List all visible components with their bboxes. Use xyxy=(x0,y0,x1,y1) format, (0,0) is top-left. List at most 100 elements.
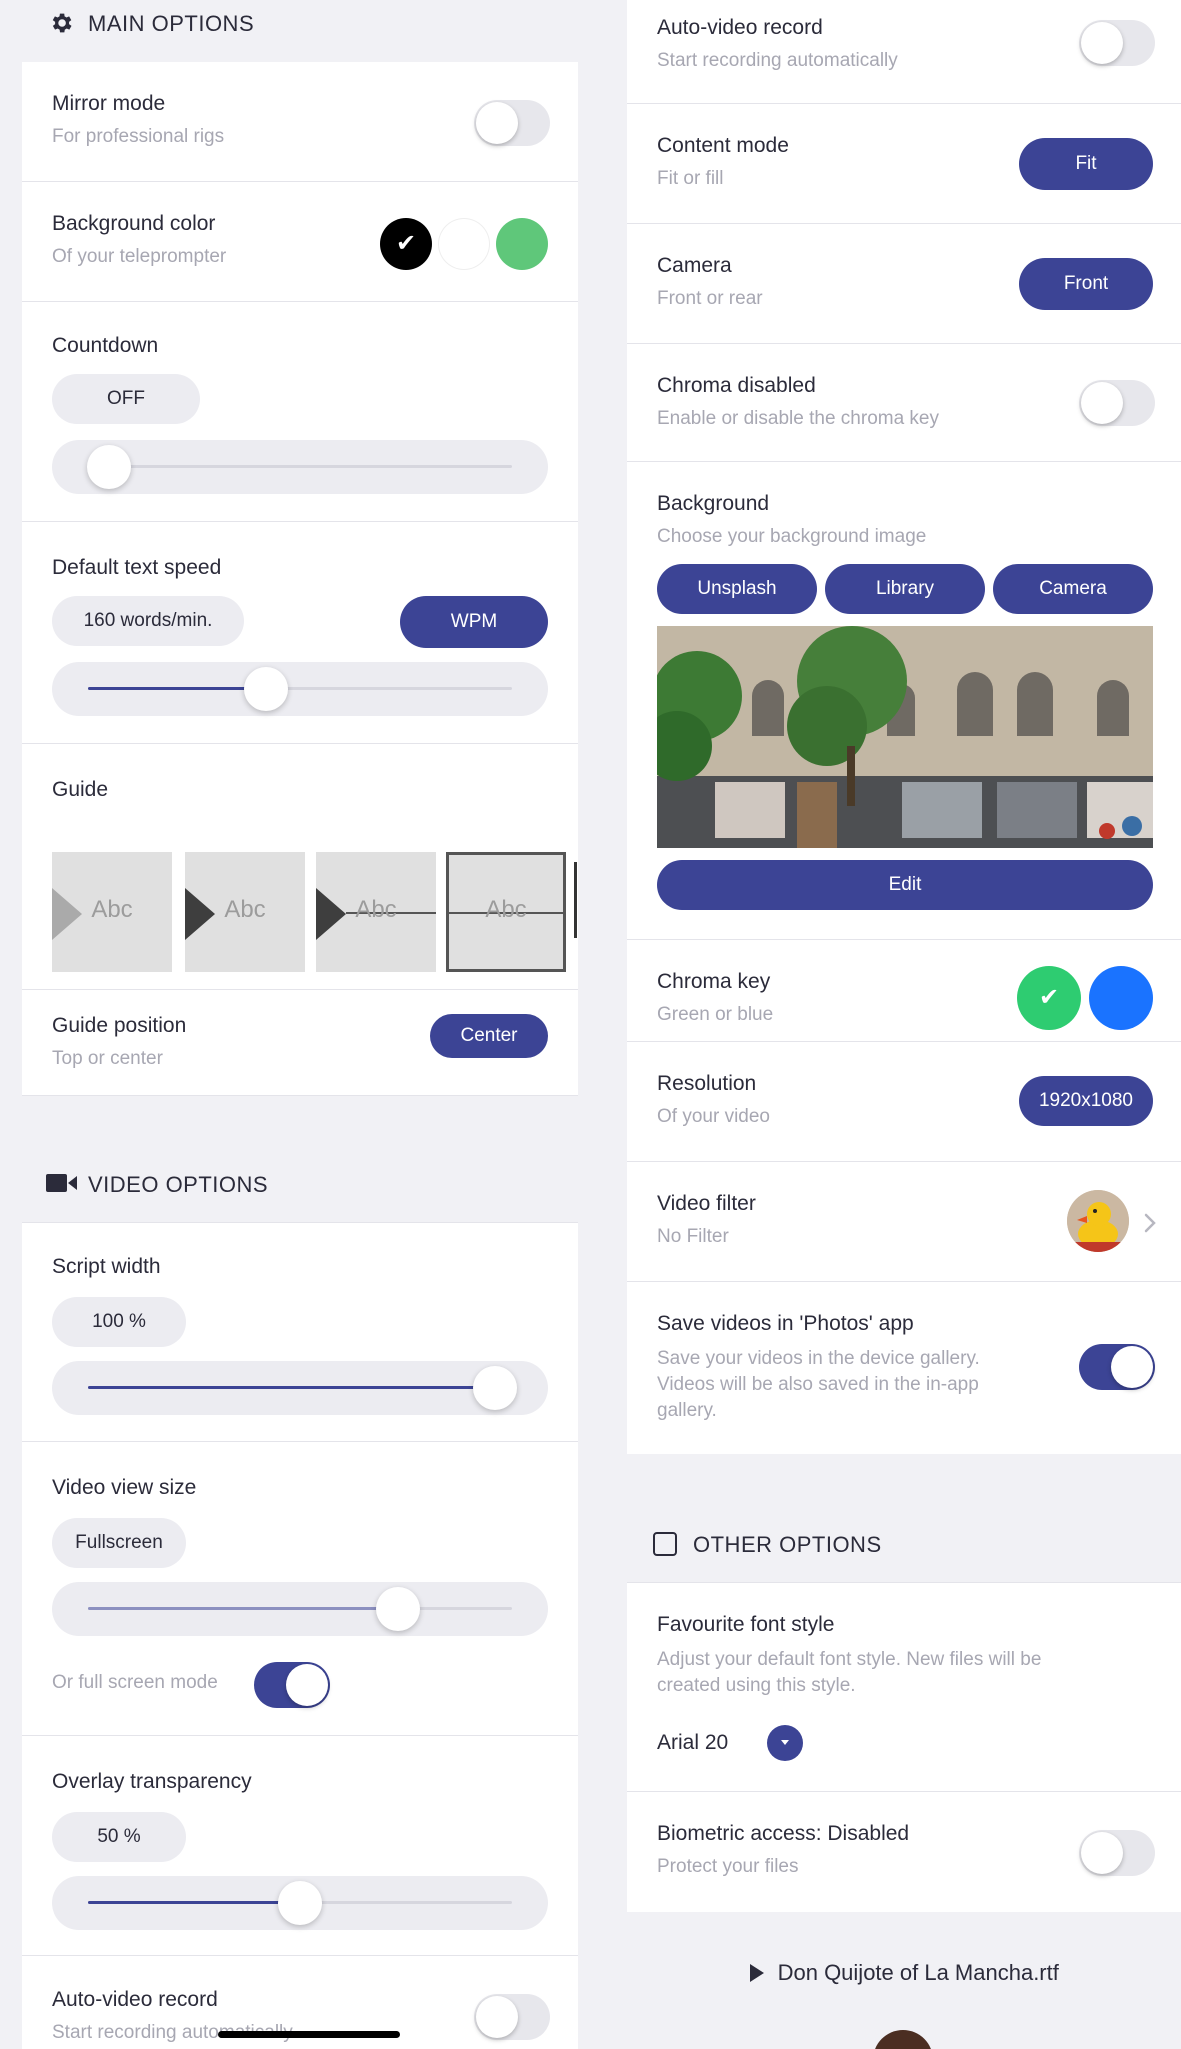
auto-video-record-subtitle: Start recording automatically xyxy=(657,50,898,71)
content-mode-title: Content mode xyxy=(657,134,789,157)
chevron-right-icon[interactable] xyxy=(1143,1212,1157,1234)
toggle-knob xyxy=(1081,22,1123,64)
background-color-subtitle: Of your teleprompter xyxy=(52,246,227,267)
guide-option-line-selected[interactable]: Abc xyxy=(446,852,566,972)
guide-sample: Abc xyxy=(91,896,133,923)
content-mode-button[interactable]: Fit xyxy=(1019,138,1153,190)
video-filter-title: Video filter xyxy=(657,1192,756,1215)
guide-sample: Abc xyxy=(485,896,527,923)
video-options-title: VIDEO OPTIONS xyxy=(88,1172,269,1197)
countdown-title: Countdown xyxy=(52,334,159,357)
mirror-mode-toggle[interactable] xyxy=(474,100,550,146)
check-icon: ✔ xyxy=(395,230,417,257)
text-speed-slider[interactable] xyxy=(52,662,548,716)
resolution-subtitle: Of your video xyxy=(657,1106,770,1127)
save-photos-title: Save videos in 'Photos' app xyxy=(657,1312,914,1335)
building-illustration xyxy=(657,626,1153,848)
background-color-row: Background color Of your teleprompter ✔ xyxy=(22,182,578,302)
guide-position-button[interactable]: Center xyxy=(430,1014,548,1058)
overlay-transparency-slider[interactable] xyxy=(52,1876,548,1930)
current-file[interactable]: Don Quijote of La Mancha.rtf xyxy=(627,1960,1181,2000)
guide-sample: Abc xyxy=(224,896,266,923)
avatar[interactable] xyxy=(873,2030,933,2049)
left-column: MAIN OPTIONS Mirror mode For professiona… xyxy=(22,0,578,2049)
overlay-transparency-title: Overlay transparency xyxy=(52,1770,252,1793)
toggle-knob xyxy=(476,1996,518,2038)
slider-thumb[interactable] xyxy=(278,1881,322,1925)
color-swatch-black[interactable]: ✔ xyxy=(380,218,432,270)
script-width-title: Script width xyxy=(52,1255,161,1278)
mirror-mode-title: Mirror mode xyxy=(52,92,166,115)
guide-option-partial[interactable] xyxy=(574,862,577,938)
overlay-transparency-value: 50 % xyxy=(52,1812,186,1862)
checkbox-icon[interactable] xyxy=(653,1532,677,1556)
guide-option-arrow-line[interactable]: Abc xyxy=(316,852,436,972)
auto-video-record-toggle-left[interactable] xyxy=(474,1994,550,2040)
countdown-slider[interactable] xyxy=(52,440,548,494)
chroma-key-title: Chroma key xyxy=(657,970,771,993)
font-style-title: Favourite font style xyxy=(657,1613,835,1636)
wpm-button[interactable]: WPM xyxy=(400,596,548,648)
chroma-disabled-title: Chroma disabled xyxy=(657,374,816,397)
main-options-title: MAIN OPTIONS xyxy=(88,11,255,36)
video-view-size-title: Video view size xyxy=(52,1476,197,1499)
toggle-knob xyxy=(286,1664,328,1706)
video-view-size-slider[interactable] xyxy=(52,1582,548,1636)
save-photos-subtitle-1: Save your videos in the device gallery. xyxy=(657,1348,980,1369)
video-view-size-row: Video view size Fullscreen Or full scree… xyxy=(22,1442,578,1736)
color-swatch-green[interactable] xyxy=(496,218,548,270)
slider-thumb[interactable] xyxy=(375,1587,420,1631)
camera-subtitle: Front or rear xyxy=(657,288,763,309)
font-style-value[interactable]: Arial 20 xyxy=(657,1731,728,1755)
background-color-title: Background color xyxy=(52,212,216,235)
video-view-size-value-text: Fullscreen xyxy=(75,1532,163,1553)
guide-option-dark-arrow[interactable]: Abc xyxy=(185,852,305,972)
video-filter-row[interactable]: Video filter No Filter xyxy=(627,1162,1181,1282)
font-style-subtitle-1: Adjust your default font style. New file… xyxy=(657,1649,1042,1670)
chevron-down-icon[interactable] xyxy=(767,1725,803,1761)
toggle-knob xyxy=(1111,1346,1153,1388)
auto-video-record-title: Auto-video record xyxy=(657,16,823,39)
library-button[interactable]: Library xyxy=(825,564,985,614)
edit-background-button[interactable]: Edit xyxy=(657,860,1153,910)
guide-position-subtitle: Top or center xyxy=(52,1048,163,1069)
guide-option-light-arrow[interactable]: Abc xyxy=(52,852,172,972)
right-column: Auto-video record Start recording automa… xyxy=(627,0,1181,2049)
resolution-button[interactable]: 1920x1080 xyxy=(1019,1076,1153,1126)
video-view-size-value: Fullscreen xyxy=(52,1518,186,1568)
home-indicator[interactable] xyxy=(218,2031,400,2038)
save-photos-toggle[interactable] xyxy=(1079,1344,1155,1390)
color-swatch-white[interactable] xyxy=(438,218,490,270)
background-row: Background Choose your background image … xyxy=(627,462,1181,940)
countdown-value-text: OFF xyxy=(107,388,145,409)
slider-thumb[interactable] xyxy=(244,667,289,711)
toggle-knob xyxy=(1081,382,1123,424)
chroma-disabled-toggle[interactable] xyxy=(1079,380,1155,426)
text-speed-row: Default text speed 160 words/min. WPM xyxy=(22,522,578,744)
guide-position-title: Guide position xyxy=(52,1014,187,1037)
camera-source-button[interactable]: Camera xyxy=(993,564,1153,614)
current-file-name: Don Quijote of La Mancha.rtf xyxy=(777,1960,1059,1985)
guide-sample: Abc xyxy=(355,896,397,923)
slider-track xyxy=(87,445,512,489)
slider-thumb[interactable] xyxy=(473,1366,518,1410)
fullscreen-mode-toggle[interactable] xyxy=(254,1662,330,1708)
slider-thumb[interactable] xyxy=(87,445,132,489)
camera-row: Camera Front or rear Front xyxy=(627,224,1181,344)
auto-video-record-toggle[interactable] xyxy=(1079,20,1155,66)
content-mode-row: Content mode Fit or fill Fit xyxy=(627,104,1181,224)
script-width-slider[interactable] xyxy=(52,1361,548,1415)
chroma-swatch-blue[interactable] xyxy=(1089,966,1153,1030)
other-options-title: OTHER OPTIONS xyxy=(693,1532,882,1557)
unsplash-button[interactable]: Unsplash xyxy=(657,564,817,614)
biometric-toggle[interactable] xyxy=(1079,1830,1155,1876)
slider-fill xyxy=(88,1386,496,1389)
chroma-disabled-row: Chroma disabled Enable or disable the ch… xyxy=(627,344,1181,462)
save-photos-subtitle-2: Videos will be also saved in the in-app xyxy=(657,1374,979,1395)
video-camera-icon xyxy=(46,1174,77,1192)
camera-button[interactable]: Front xyxy=(1019,258,1153,310)
countdown-value: OFF xyxy=(52,374,200,424)
video-filter-thumbnail xyxy=(1067,1190,1129,1252)
chroma-swatch-green[interactable]: ✔ xyxy=(1017,966,1081,1030)
countdown-row: Countdown OFF xyxy=(22,302,578,522)
